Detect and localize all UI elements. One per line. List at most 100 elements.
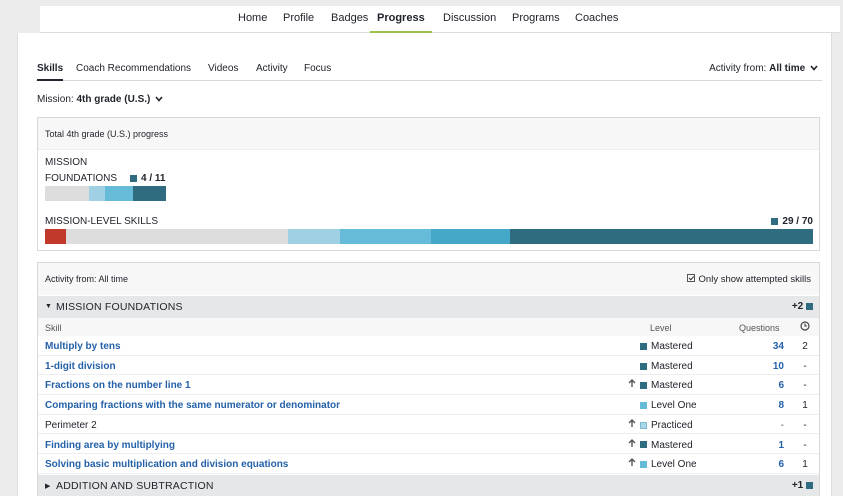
skill-level: Mastered <box>640 440 693 451</box>
table-row: Perimeter 2 Practiced - - <box>38 414 819 435</box>
skill-questions[interactable]: 8 <box>738 400 784 411</box>
tab-videos[interactable]: Videos <box>208 63 238 74</box>
clock-icon <box>800 321 810 333</box>
table-row: Fractions on the number line 1 Mastered 6 - <box>38 375 819 395</box>
progress-segment-level-two <box>430 229 511 244</box>
tab-skills[interactable]: Skills <box>37 63 64 81</box>
section-addition-and-subtraction[interactable]: ▶ ADDITION AND SUBTRACTION +1 <box>38 475 819 496</box>
arrow-up-icon <box>628 438 636 450</box>
skill-level: Mastered <box>640 361 693 372</box>
nav-badges[interactable]: Badges <box>331 6 368 33</box>
skill-level-text: Level One <box>651 459 697 471</box>
table-row: Solving basic multiplication and divisio… <box>38 454 819 474</box>
mastered-square-icon <box>771 217 779 225</box>
skill-time: 2 <box>802 341 808 352</box>
nav-programs[interactable]: Programs <box>512 6 560 33</box>
skill-questions[interactable]: 34 <box>738 341 784 352</box>
nav-coaches[interactable]: Coaches <box>575 6 618 33</box>
mission-progress-card: Total 4th grade (U.S.) progress MISSION … <box>37 117 820 251</box>
column-questions: Questions <box>739 323 780 333</box>
activity-card-header: Activity from: All time Only show attemp… <box>38 263 819 295</box>
skill-level: Mastered <box>640 380 693 391</box>
only-attempted-toggle[interactable]: Only show attempted skills <box>686 274 811 285</box>
progress-segment-level-one <box>105 186 133 201</box>
mission-dropdown[interactable]: Mission: 4th grade (U.S.) <box>37 94 163 105</box>
only-attempted-label: Only show attempted skills <box>698 274 811 285</box>
section-plus-count: +2 <box>792 301 813 312</box>
progress-page: Skills Coach Recommendations Videos Acti… <box>17 33 832 496</box>
level-square-icon <box>640 401 647 409</box>
skill-name[interactable]: Solving basic multiplication and divisio… <box>45 459 288 470</box>
skill-questions[interactable]: 1 <box>738 440 784 451</box>
tab-activity[interactable]: Activity <box>256 63 288 74</box>
level-square-icon <box>640 382 647 390</box>
skills-count: 29 / 70 <box>771 216 813 227</box>
skill-questions[interactable]: 10 <box>738 361 784 372</box>
skill-name[interactable]: 1-digit division <box>45 361 116 372</box>
skill-time: - <box>803 419 807 431</box>
skill-name: Perimeter 2 <box>45 419 97 431</box>
section-plus-value: +1 <box>791 480 804 491</box>
tab-coach-recommendations[interactable]: Coach Recommendations <box>76 63 191 74</box>
section-plus-value: +2 <box>791 301 804 312</box>
column-level: Level <box>650 323 672 333</box>
foundations-count: 4 / 11 <box>130 173 165 184</box>
progress-segment-familiar <box>288 229 340 244</box>
progress-segment-familiar <box>89 186 106 201</box>
skill-name[interactable]: Fractions on the number line 1 <box>45 380 191 391</box>
table-column-header: Skill Level Questions <box>38 318 819 336</box>
caret-right-icon: ▶ <box>45 483 51 490</box>
level-square-icon <box>640 362 647 370</box>
arrow-up-icon <box>628 458 636 469</box>
nav-discussion[interactable]: Discussion <box>443 6 496 33</box>
nav-home[interactable]: Home <box>238 6 267 33</box>
progress-segment-mastered <box>510 229 813 244</box>
mastered-square-icon <box>130 174 137 182</box>
mastered-square-icon <box>806 302 813 310</box>
section-title: MISSION FOUNDATIONS <box>56 301 183 313</box>
skill-time: - <box>803 439 807 451</box>
table-row: 1-digit division Mastered 10 - <box>38 355 819 376</box>
progress-card-header: Total 4th grade (U.S.) progress <box>38 118 819 150</box>
progress-segment-level-one <box>339 229 431 244</box>
level-square-icon <box>640 461 647 469</box>
skill-questions[interactable]: 6 <box>738 380 784 391</box>
level-square-icon <box>640 441 647 449</box>
activity-from-dropdown[interactable]: Activity from: All time <box>709 63 818 74</box>
skill-questions[interactable]: 6 <box>738 459 784 470</box>
foundations-label-line1: MISSION <box>45 157 88 168</box>
checkbox-checked-icon[interactable] <box>686 274 695 283</box>
mission-label: Mission: <box>37 94 74 105</box>
level-square-icon <box>640 421 647 429</box>
level-square-icon <box>640 342 647 350</box>
skill-time: - <box>803 360 807 372</box>
chevron-down-icon <box>155 96 163 102</box>
section-mission-foundations[interactable]: ▼ MISSION FOUNDATIONS +2 <box>38 296 819 318</box>
skill-level-text: Mastered <box>651 341 693 352</box>
skill-name[interactable]: Multiply by tens <box>45 341 121 352</box>
skill-level: Mastered <box>640 341 693 352</box>
column-skill: Skill <box>45 323 62 333</box>
skills-label: MISSION-LEVEL SKILLS <box>45 216 159 227</box>
chevron-down-icon <box>810 65 818 71</box>
progress-title: Total 4th grade (U.S.) progress <box>45 129 169 139</box>
nav-progress[interactable]: Progress <box>370 6 432 33</box>
progress-segment-attempted <box>45 229 66 244</box>
skill-name[interactable]: Finding area by multiplying <box>45 440 175 451</box>
tab-focus[interactable]: Focus <box>304 63 331 74</box>
skill-level-text: Mastered <box>651 439 693 451</box>
mastered-square-icon <box>806 481 813 489</box>
skill-level: Level One <box>640 459 697 470</box>
table-row: Comparing fractions with the same numera… <box>38 395 819 415</box>
nav-bar: Home Profile Badges Progress Discussion … <box>40 6 840 33</box>
table-row: Finding area by multiplying Mastered 1 - <box>38 434 819 454</box>
progress-segment-mastered <box>132 186 166 201</box>
skill-level-text: Mastered <box>651 380 693 392</box>
progress-segment-not-started <box>45 186 90 201</box>
skill-level: Practiced <box>640 420 693 431</box>
skill-name[interactable]: Comparing fractions with the same numera… <box>45 400 340 411</box>
skill-questions: - <box>780 419 784 431</box>
nav-profile[interactable]: Profile <box>283 6 314 33</box>
skill-time: 1 <box>802 459 808 471</box>
foundations-count-value: 4 / 11 <box>141 173 166 184</box>
